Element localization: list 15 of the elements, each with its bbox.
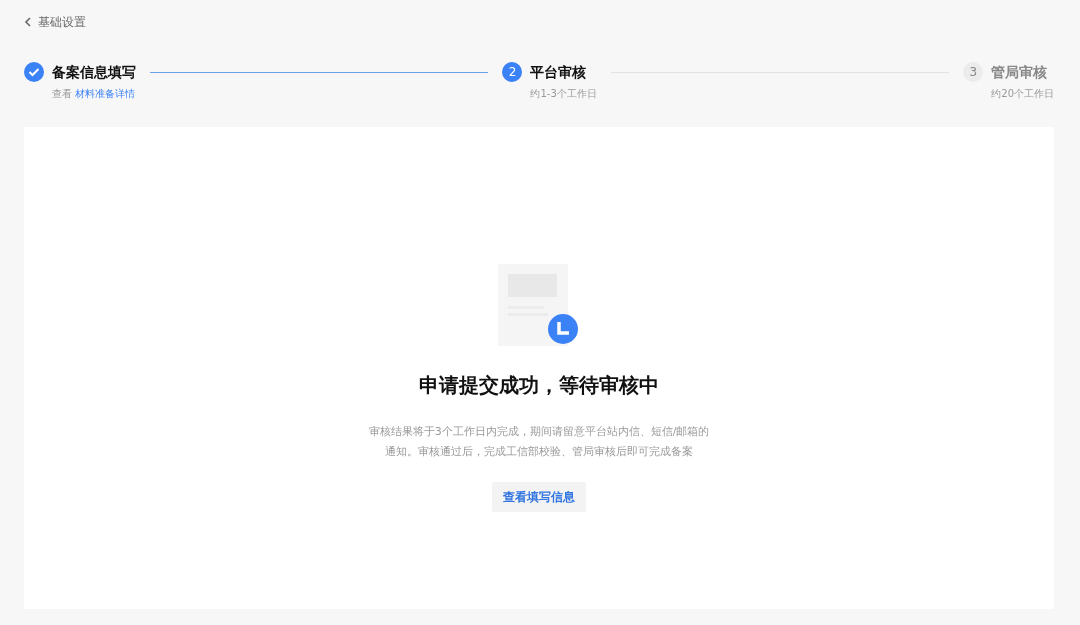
- result-description: 审核结果将于3个工作日内完成，期间请留意平台站内信、短信/邮箱的 通知。审核通过后，完成工信部校验、管局审核后即可完成备案: [368, 424, 710, 460]
- step-title: 管局审核: [991, 63, 1049, 82]
- details-link[interactable]: 材料准备详情: [75, 88, 136, 99]
- step-title: 平台审核: [530, 63, 588, 82]
- step-description: 约1-3个工作日: [530, 87, 597, 101]
- step-title: 备案信息填写: [52, 63, 136, 82]
- step-number: 3: [963, 62, 984, 82]
- chevron-left-icon: [24, 17, 32, 27]
- back-link[interactable]: 基础设置: [24, 13, 86, 31]
- step-description: 查看 材料准备详情: [52, 87, 136, 101]
- document-clock-icon: [498, 264, 580, 348]
- step-number: 2: [502, 62, 523, 82]
- step-description: 约20个工作日: [991, 87, 1054, 101]
- view-info-button[interactable]: 查看填写信息: [492, 482, 586, 512]
- result-title: 申请提交成功，等待审核中: [419, 372, 659, 399]
